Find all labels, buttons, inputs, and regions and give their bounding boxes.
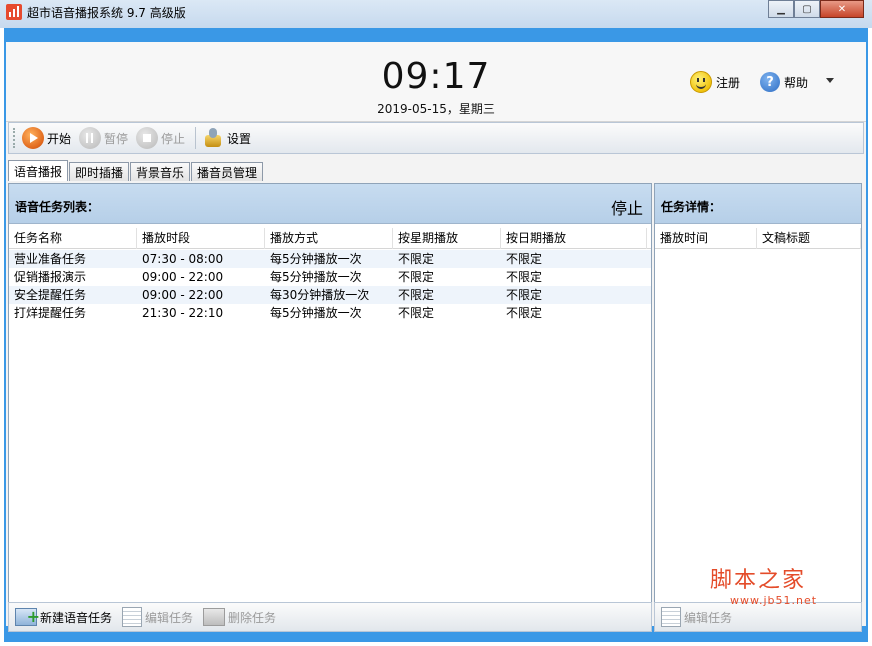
chevron-down-icon[interactable] xyxy=(826,78,834,83)
toolbar-grip[interactable] xyxy=(13,128,16,148)
add-task-icon xyxy=(15,607,40,626)
time-range-cell: 07:30 - 08:00 xyxy=(142,252,224,266)
edit-task-label: 编辑任务 xyxy=(145,610,194,625)
column-header[interactable]: 播放方式 xyxy=(265,228,393,249)
window-title: 超市语音播报系统 9.7 高级版 xyxy=(27,6,186,20)
weekday-cell: 不限定 xyxy=(398,306,435,320)
stop-icon xyxy=(136,127,159,149)
weekday-cell: 不限定 xyxy=(398,270,435,284)
task-name-cell: 营业准备任务 xyxy=(14,252,87,266)
minimize-button[interactable]: ▁ xyxy=(768,0,794,18)
task-table-header: 任务名称 播放时段 播放方式 按星期播放 按日期播放 xyxy=(9,228,651,249)
edit-document-icon xyxy=(122,607,143,627)
register-link[interactable]: 注册 xyxy=(690,70,740,94)
table-row[interactable]: 营业准备任务 07:30 - 08:00 每5分钟播放一次 不限定 不限定 xyxy=(9,250,651,268)
task-name-cell: 打烊提醒任务 xyxy=(14,306,87,320)
table-row[interactable]: 打烊提醒任务 21:30 - 22:10 每5分钟播放一次 不限定 不限定 xyxy=(9,304,651,322)
date-cell: 不限定 xyxy=(506,252,543,266)
task-detail-title: 任务详情： xyxy=(661,200,722,214)
play-mode-cell: 每5分钟播放一次 xyxy=(270,306,362,320)
window-controls: ▁ ▢ ✕ xyxy=(768,0,864,18)
date-cell: 不限定 xyxy=(506,306,543,320)
time-range-cell: 09:00 - 22:00 xyxy=(142,270,224,284)
new-task-label: 新建语音任务 xyxy=(40,610,113,625)
task-table-body: 营业准备任务 07:30 - 08:00 每5分钟播放一次 不限定 不限定 促销… xyxy=(9,250,651,322)
edit-document-icon xyxy=(661,607,681,627)
table-row[interactable]: 安全提醒任务 09:00 - 22:00 每30分钟播放一次 不限定 不限定 xyxy=(9,286,651,304)
play-icon xyxy=(22,127,44,149)
task-list-panel: 语音任务列表： 停止 任务名称 播放时段 播放方式 按星期播放 按日期播放 营业… xyxy=(8,183,652,625)
pause-label: 暂停 xyxy=(104,131,129,146)
detail-edit-task-label: 编辑任务 xyxy=(684,610,733,625)
watermark-url: www.jb51.net xyxy=(730,594,818,607)
task-name-cell: 安全提醒任务 xyxy=(14,288,87,302)
task-list-title: 语音任务列表： xyxy=(15,200,100,214)
column-header[interactable]: 文稿标题 xyxy=(757,228,861,249)
task-detail-header: 任务详情： xyxy=(655,184,861,224)
stop-label: 停止 xyxy=(161,131,186,146)
task-actions-bar: 新建语音任务 编辑任务 删除任务 xyxy=(8,602,652,632)
date-cell: 不限定 xyxy=(506,270,543,284)
title-bar: 超市语音播报系统 9.7 高级版 ▁ ▢ ✕ xyxy=(0,0,872,28)
play-mode-cell: 每5分钟播放一次 xyxy=(270,270,362,284)
settings-button[interactable]: 设置 xyxy=(200,125,257,151)
close-button[interactable]: ✕ xyxy=(820,0,864,18)
tab-bar: 语音播报 即时插播 背景音乐 播音员管理 xyxy=(8,160,264,182)
tab-voice-broadcast[interactable]: 语音播报 xyxy=(8,160,69,181)
date-cell: 不限定 xyxy=(506,288,543,302)
weekday-cell: 不限定 xyxy=(398,288,435,302)
column-header[interactable]: 任务名称 xyxy=(9,228,137,249)
start-label: 开始 xyxy=(47,131,72,146)
play-mode-cell: 每30分钟播放一次 xyxy=(270,288,370,302)
time-range-cell: 09:00 - 22:00 xyxy=(142,288,224,302)
detail-table-header: 播放时间 文稿标题 xyxy=(655,228,861,249)
tab-background-music[interactable]: 背景音乐 xyxy=(130,162,191,181)
watermark-logo: 脚本之家 xyxy=(710,568,807,593)
delete-task-button[interactable]: 删除任务 xyxy=(201,605,284,629)
help-icon: ? xyxy=(760,72,780,92)
help-label: 帮助 xyxy=(784,75,809,90)
maximize-button[interactable]: ▢ xyxy=(794,0,820,18)
help-link[interactable]: ? 帮助 xyxy=(760,70,808,94)
table-row[interactable]: 促销播报演示 09:00 - 22:00 每5分钟播放一次 不限定 不限定 xyxy=(9,268,651,286)
tab-announcer-management[interactable]: 播音员管理 xyxy=(191,162,264,181)
playback-status: 停止 xyxy=(610,199,643,218)
stop-button[interactable]: 停止 xyxy=(134,125,191,151)
main-toolbar: 开始 暂停 停止 设置 xyxy=(8,122,864,154)
settings-label: 设置 xyxy=(227,131,252,146)
register-label: 注册 xyxy=(716,75,741,90)
weekday-cell: 不限定 xyxy=(398,252,435,266)
play-mode-cell: 每5分钟播放一次 xyxy=(270,252,362,266)
start-button[interactable]: 开始 xyxy=(20,125,77,151)
time-range-cell: 21:30 - 22:10 xyxy=(142,306,224,320)
task-name-cell: 促销播报演示 xyxy=(14,270,87,284)
smiley-icon xyxy=(690,71,712,93)
new-task-button[interactable]: 新建语音任务 xyxy=(13,605,120,629)
settings-icon xyxy=(202,127,224,149)
clock-header: 09:17 2019-05-15，星期三 注册 ? 帮助 xyxy=(6,42,866,122)
app-icon xyxy=(6,4,22,20)
pause-icon xyxy=(79,127,102,149)
pause-button[interactable]: 暂停 xyxy=(77,125,134,151)
edit-task-button[interactable]: 编辑任务 xyxy=(120,605,201,629)
task-detail-panel: 任务详情： 播放时间 文稿标题 xyxy=(654,183,862,625)
delete-task-label: 删除任务 xyxy=(228,610,277,625)
detail-edit-task-button[interactable]: 编辑任务 xyxy=(659,605,740,629)
delete-icon xyxy=(203,608,226,626)
toolbar-separator xyxy=(195,127,197,149)
tab-instant-insert[interactable]: 即时插播 xyxy=(69,162,130,181)
column-header[interactable]: 按星期播放 xyxy=(393,228,501,249)
column-header[interactable]: 播放时间 xyxy=(655,228,757,249)
clock-date: 2019-05-15，星期三 xyxy=(377,102,495,116)
task-list-header: 语音任务列表： 停止 xyxy=(9,184,651,224)
column-header[interactable]: 按日期播放 xyxy=(501,228,647,249)
main-frame: 09:17 2019-05-15，星期三 注册 ? 帮助 开始 暂停 停止 设置… xyxy=(4,28,868,642)
column-header[interactable]: 播放时段 xyxy=(137,228,265,249)
main-content: 09:17 2019-05-15，星期三 注册 ? 帮助 开始 暂停 停止 设置… xyxy=(6,42,866,632)
